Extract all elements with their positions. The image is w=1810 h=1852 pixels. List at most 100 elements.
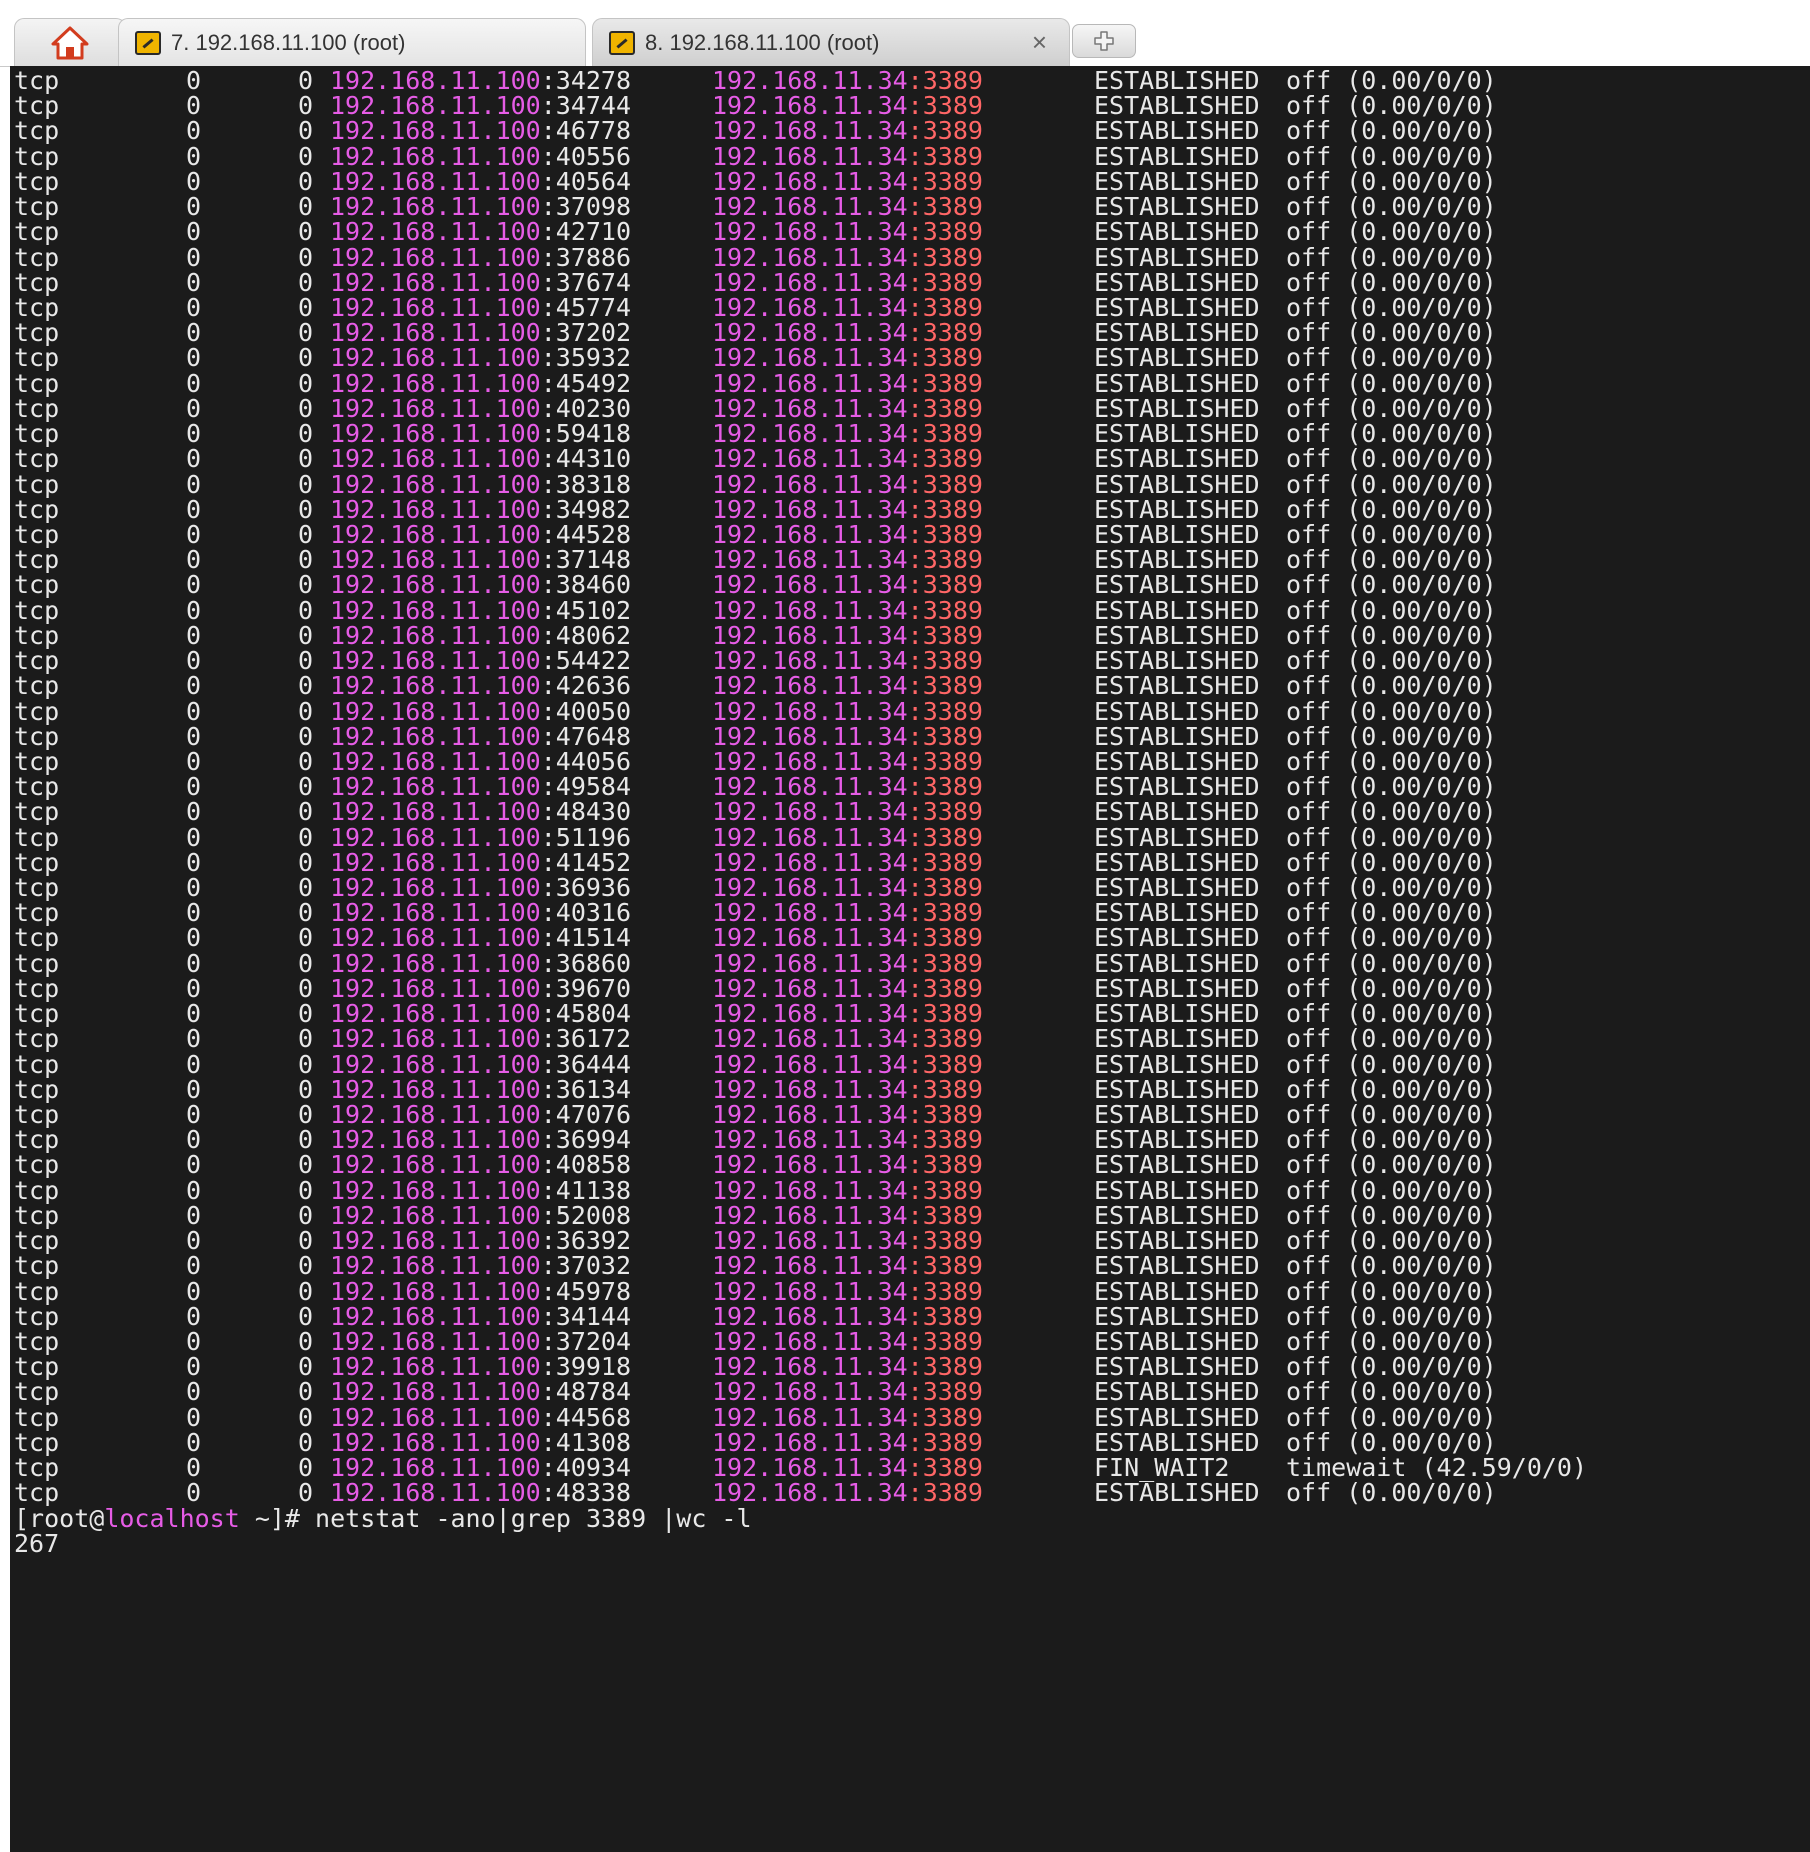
proto-cell: tcp xyxy=(14,1427,60,1457)
state-cell: ESTABLISHED xyxy=(1094,217,1260,247)
state-cell: ESTABLISHED xyxy=(1094,746,1260,776)
foreign-address-cell: 192.168.11.34:3389 xyxy=(712,623,983,648)
state-cell: ESTABLISHED xyxy=(1094,873,1260,903)
foreign-address-cell: 192.168.11.34:3389 xyxy=(712,1203,983,1228)
state-cell: ESTABLISHED xyxy=(1094,923,1260,953)
proto-cell: tcp xyxy=(14,1049,60,1079)
recv-q-cell: 0 xyxy=(186,1402,202,1432)
proto-cell: tcp xyxy=(14,1301,60,1331)
proto-cell: tcp xyxy=(14,141,60,171)
proto-cell: tcp xyxy=(14,66,60,95)
recv-q-cell: 0 xyxy=(186,292,202,322)
recv-q-cell: 0 xyxy=(186,696,202,726)
recv-q-cell: 0 xyxy=(186,1427,202,1457)
foreign-address-cell: 192.168.11.34:3389 xyxy=(712,396,983,421)
state-cell: ESTABLISHED xyxy=(1094,419,1260,449)
foreign-address-cell: 192.168.11.34:3389 xyxy=(712,1102,983,1127)
send-q-cell: 0 xyxy=(298,721,314,751)
send-q-cell: 0 xyxy=(298,696,314,726)
recv-q-cell: 0 xyxy=(186,873,202,903)
send-q-cell: 0 xyxy=(298,1327,314,1356)
recv-q-cell: 0 xyxy=(186,923,202,953)
foreign-address-cell: 192.168.11.34:3389 xyxy=(712,951,983,976)
tab-bar: 7. 192.168.11.100 (root) 8. 192.168.11.1… xyxy=(0,0,1810,67)
home-icon xyxy=(51,26,89,59)
foreign-address-cell: 192.168.11.34:3389 xyxy=(712,900,983,925)
state-cell: ESTABLISHED xyxy=(1094,948,1260,978)
local-address-cell: 192.168.11.100:37674 xyxy=(330,270,631,295)
proto-cell: tcp xyxy=(14,1200,60,1230)
recv-q-cell: 0 xyxy=(186,192,202,222)
recv-q-cell: 0 xyxy=(186,1276,202,1306)
new-tab-button[interactable] xyxy=(1072,24,1136,58)
foreign-address-cell: 192.168.11.34:3389 xyxy=(712,1329,983,1354)
recv-q-cell: 0 xyxy=(186,545,202,575)
foreign-address-cell: 192.168.11.34:3389 xyxy=(712,673,983,698)
proto-cell: tcp xyxy=(14,1453,60,1483)
send-q-cell: 0 xyxy=(298,393,314,423)
local-address-cell: 192.168.11.100:41514 xyxy=(330,925,631,950)
terminal-output[interactable]: tcp 0 0 192.168.11.100:34278 192.168.11.34:3… xyxy=(10,66,1810,1852)
recv-q-cell: 0 xyxy=(186,1327,202,1356)
send-q-cell: 0 xyxy=(298,368,314,398)
tab-session-7[interactable]: 7. 192.168.11.100 (root) xyxy=(118,18,586,66)
recv-q-cell: 0 xyxy=(186,318,202,348)
state-cell: ESTABLISHED xyxy=(1094,242,1260,272)
proto-cell: tcp xyxy=(14,1074,60,1104)
recv-q-cell: 0 xyxy=(186,368,202,398)
send-q-cell: 0 xyxy=(298,1427,314,1457)
foreign-address-cell: 192.168.11.34:3389 xyxy=(712,1278,983,1304)
send-q-cell: 0 xyxy=(298,1125,314,1155)
tab-session-8[interactable]: 8. 192.168.11.100 (root) × xyxy=(592,18,1070,66)
timer-cell: off (0.00/0/0) xyxy=(1286,1175,1497,1205)
foreign-address-cell: 192.168.11.34:3389 xyxy=(712,93,983,118)
timer-cell: off (0.00/0/0) xyxy=(1286,1276,1497,1306)
proto-cell: tcp xyxy=(14,948,60,978)
send-q-cell: 0 xyxy=(298,192,314,222)
state-cell: ESTABLISHED xyxy=(1094,620,1260,650)
proto-cell: tcp xyxy=(14,91,60,121)
send-q-cell: 0 xyxy=(298,318,314,348)
foreign-address-cell: 192.168.11.34:3389 xyxy=(712,1253,983,1278)
send-q-cell: 0 xyxy=(298,772,314,802)
state-cell: ESTABLISHED xyxy=(1094,772,1260,802)
send-q-cell: 0 xyxy=(298,999,314,1029)
send-q-cell: 0 xyxy=(298,519,314,549)
send-q-cell: 0 xyxy=(298,267,314,297)
send-q-cell: 0 xyxy=(298,973,314,1003)
shell-prompt[interactable]: [root@localhost ~]# netstat -ano|grep 33… xyxy=(14,1505,752,1531)
proto-cell: tcp xyxy=(14,1100,60,1130)
recv-q-cell: 0 xyxy=(186,1352,202,1382)
proto-cell: tcp xyxy=(14,595,60,625)
timer-cell: off (0.00/0/0) xyxy=(1286,1100,1497,1130)
foreign-address-cell: 192.168.11.34:3389 xyxy=(712,1228,983,1253)
foreign-address-cell: 192.168.11.34:3389 xyxy=(712,118,983,143)
command-output: 267 xyxy=(14,1528,60,1558)
local-address-cell: 192.168.11.100:40230 xyxy=(330,396,631,421)
proto-cell: tcp xyxy=(14,620,60,650)
recv-q-cell: 0 xyxy=(186,1301,202,1331)
home-tab[interactable] xyxy=(14,18,126,66)
recv-q-cell: 0 xyxy=(186,1453,202,1483)
recv-q-cell: 0 xyxy=(186,494,202,524)
proto-cell: tcp xyxy=(14,1478,60,1508)
recv-q-cell: 0 xyxy=(186,141,202,171)
local-address-cell: 192.168.11.100:36444 xyxy=(330,1051,631,1077)
timer-cell: off (0.00/0/0) xyxy=(1286,292,1497,322)
foreign-address-cell: 192.168.11.34:3389 xyxy=(712,345,983,370)
timer-cell: off (0.00/0/0) xyxy=(1286,444,1497,474)
local-address-cell: 192.168.11.100:44310 xyxy=(330,446,631,471)
send-q-cell: 0 xyxy=(298,1150,314,1180)
state-cell: ESTABLISHED xyxy=(1094,1251,1260,1281)
close-icon[interactable]: × xyxy=(1032,27,1047,58)
foreign-address-cell: 192.168.11.34:3389 xyxy=(712,244,983,270)
recv-q-cell: 0 xyxy=(186,1024,202,1054)
recv-q-cell: 0 xyxy=(186,646,202,676)
timer-cell: off (0.00/0/0) xyxy=(1286,267,1497,297)
foreign-address-cell: 192.168.11.34:3389 xyxy=(712,68,983,93)
send-q-cell: 0 xyxy=(298,898,314,928)
foreign-address-cell: 192.168.11.34:3389 xyxy=(712,471,983,497)
timer-cell: off (0.00/0/0) xyxy=(1286,1427,1497,1457)
timer-cell: off (0.00/0/0) xyxy=(1286,570,1497,600)
state-cell: ESTABLISHED xyxy=(1094,999,1260,1029)
